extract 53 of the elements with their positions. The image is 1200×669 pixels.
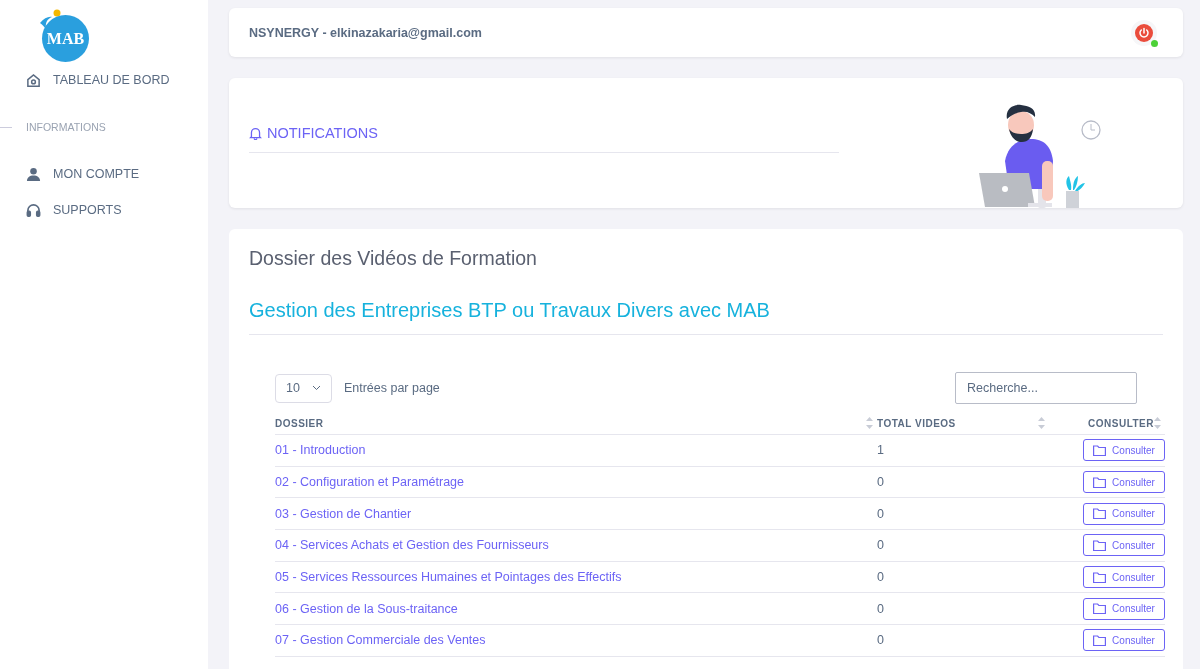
table-cell: 0 bbox=[877, 538, 884, 553]
folder-link[interactable]: 05 - Services Ressources Humaines et Pointages des Effectifs bbox=[275, 570, 622, 585]
logo: MAB bbox=[42, 15, 89, 62]
table-cell: 0 bbox=[877, 633, 884, 648]
folder-link[interactable]: 03 - Gestion de Chantier bbox=[275, 506, 412, 521]
table-cell: 1 bbox=[877, 443, 884, 458]
consult-button[interactable]: Consulter bbox=[1083, 471, 1165, 494]
bell-icon bbox=[249, 126, 262, 140]
power-icon bbox=[1135, 23, 1153, 42]
consult-button[interactable]: Consulter bbox=[1083, 566, 1165, 589]
folder-icon bbox=[1093, 508, 1107, 520]
folder-link[interactable]: 07 - Gestion Commerciale des Ventes bbox=[275, 633, 486, 648]
table-cell: 0 bbox=[877, 601, 884, 616]
table-cell: 0 bbox=[877, 570, 884, 585]
sort-icon[interactable] bbox=[866, 416, 873, 430]
folder-link[interactable]: 02 - Configuration et Paramétrage bbox=[275, 475, 464, 490]
table-cell: 0 bbox=[877, 506, 884, 521]
sidebar-item[interactable]: MON COMPTE bbox=[0, 156, 208, 192]
page-size-select[interactable]: 10 bbox=[275, 373, 332, 403]
sidebar-item[interactable]: SUPPORTS bbox=[0, 192, 208, 228]
chevron-icon bbox=[311, 385, 321, 391]
folder-link[interactable]: 04 - Services Achats et Gestion des Fournisseurs bbox=[275, 538, 549, 553]
power-button[interactable] bbox=[1131, 19, 1157, 46]
consult-button[interactable]: Consulter bbox=[1083, 439, 1165, 462]
consult-button[interactable]: Consulter bbox=[1083, 597, 1165, 620]
folder-icon bbox=[1093, 634, 1107, 646]
consult-button[interactable]: Consulter bbox=[1083, 502, 1165, 525]
folder-icon bbox=[1093, 539, 1107, 551]
consult-button[interactable]: Consulter bbox=[1083, 534, 1165, 557]
home-icon bbox=[26, 72, 41, 88]
folder-link[interactable]: 01 - Introduction bbox=[275, 443, 366, 458]
folder-link[interactable]: 06 - Gestion de la Sous-traitance bbox=[275, 601, 458, 616]
column-header[interactable]: CONSULTER bbox=[1088, 417, 1154, 429]
folder-icon bbox=[1093, 571, 1107, 583]
headset-icon bbox=[26, 202, 41, 218]
section-label: INFORMATIONS bbox=[26, 121, 106, 133]
consult-button[interactable]: Consulter bbox=[1083, 629, 1165, 652]
folder-icon bbox=[1093, 603, 1107, 615]
section-title: NOTIFICATIONS bbox=[267, 125, 378, 141]
sidebar-item[interactable]: TABLEAU DE BORD bbox=[0, 62, 208, 98]
user-label: NSYNERGY - elkinazakaria@gmail.com bbox=[249, 25, 482, 40]
folder-icon bbox=[1093, 476, 1107, 488]
column-header[interactable]: TOTAL VIDEOS bbox=[877, 417, 956, 429]
search-field[interactable]: Recherche... bbox=[955, 372, 1137, 404]
sort-icon[interactable] bbox=[1154, 416, 1161, 430]
sort-icon[interactable] bbox=[1038, 416, 1045, 430]
panel-title: Dossier des Vidéos de Formation bbox=[249, 247, 538, 271]
table-cell: 0 bbox=[877, 475, 884, 490]
user-icon bbox=[26, 166, 41, 182]
column-header[interactable]: DOSSIER bbox=[275, 417, 324, 429]
page-size-label: Entrées par page bbox=[343, 381, 440, 395]
panel-subtitle: Gestion des Entreprises BTP ou Travaux Divers avec MAB bbox=[249, 299, 1163, 335]
folder-icon bbox=[1093, 444, 1107, 456]
